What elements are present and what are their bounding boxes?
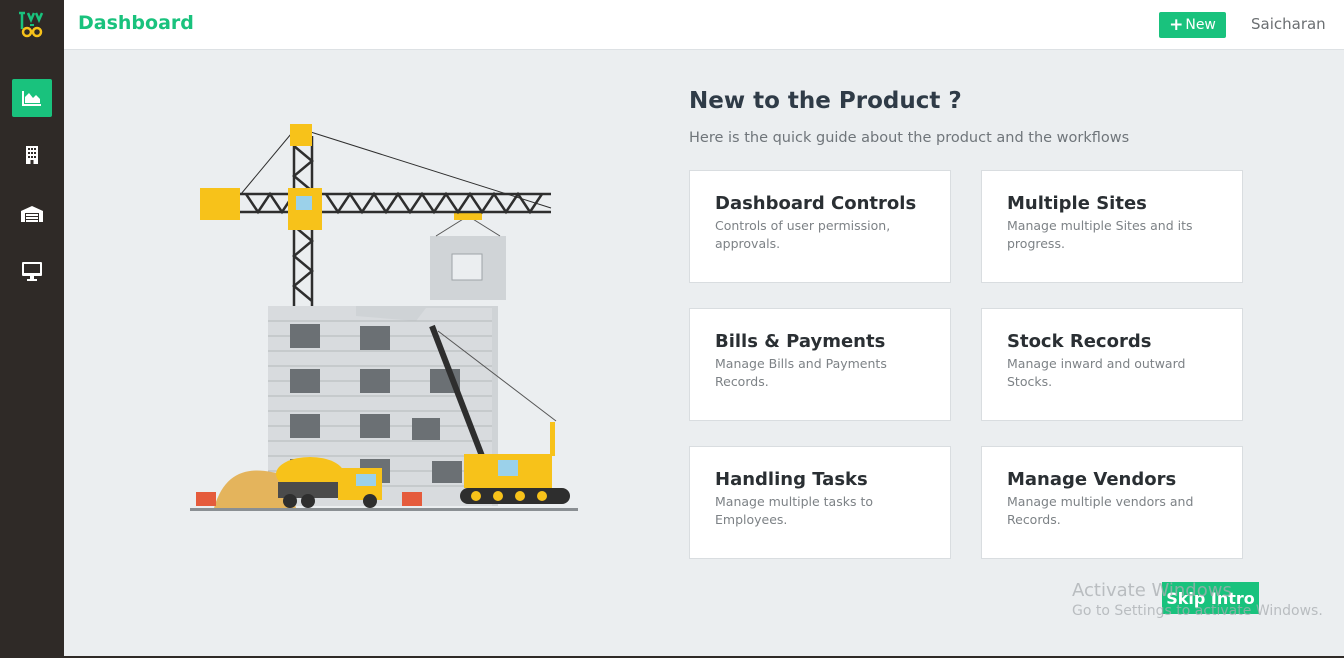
card-title: Stock Records — [1007, 331, 1152, 352]
card-description: Manage inward and outward Stocks. — [1007, 356, 1186, 389]
plus-icon: + — [1169, 14, 1184, 35]
page-title: Dashboard — [78, 12, 194, 34]
card-description: Manage multiple Sites and its progress. — [1007, 218, 1193, 251]
card-description: Controls of user permission, approvals. — [715, 218, 891, 251]
warehouse-icon — [21, 206, 43, 222]
new-button[interactable]: + New — [1159, 12, 1226, 38]
chart-area-icon — [22, 91, 41, 106]
card-handling-tasks[interactable]: Handling Tasks Manage multiple tasks to … — [689, 446, 951, 559]
card-title: Handling Tasks — [715, 469, 868, 490]
construction-illustration — [186, 116, 586, 516]
card-stock-records[interactable]: Stock Records Manage inward and outward … — [981, 308, 1243, 421]
user-menu[interactable]: Saicharan — [1251, 15, 1326, 33]
sidebar-item-sites[interactable] — [12, 136, 52, 174]
skip-intro-button[interactable]: Skip Intro — [1162, 582, 1259, 614]
card-title: Dashboard Controls — [715, 193, 917, 214]
card-title: Manage Vendors — [1007, 469, 1177, 490]
sidebar-item-monitor[interactable] — [12, 252, 52, 290]
new-button-label: New — [1185, 17, 1216, 33]
card-description: Manage Bills and Payments Records. — [715, 356, 887, 389]
logo-icon — [19, 11, 44, 38]
intro-heading: New to the Product ? — [689, 88, 962, 114]
card-multiple-sites[interactable]: Multiple Sites Manage multiple Sites and… — [981, 170, 1243, 283]
card-title: Multiple Sites — [1007, 193, 1147, 214]
card-title: Bills & Payments — [715, 331, 886, 352]
card-description: Manage multiple tasks to Employees. — [715, 494, 873, 527]
sidebar — [0, 0, 64, 658]
desktop-icon — [22, 262, 42, 281]
card-dashboard-controls[interactable]: Dashboard Controls Controls of user perm… — [689, 170, 951, 283]
card-description: Manage multiple vendors and Records. — [1007, 494, 1194, 527]
sidebar-item-stock[interactable] — [12, 195, 52, 233]
card-manage-vendors[interactable]: Manage Vendors Manage multiple vendors a… — [981, 446, 1243, 559]
card-bills-payments[interactable]: Bills & Payments Manage Bills and Paymen… — [689, 308, 951, 421]
app-logo[interactable] — [0, 0, 64, 50]
intro-subheading: Here is the quick guide about the produc… — [689, 130, 1130, 146]
sidebar-item-dashboard[interactable] — [12, 79, 52, 117]
top-header: Dashboard + New Saicharan — [64, 0, 1344, 50]
building-icon — [26, 146, 38, 164]
